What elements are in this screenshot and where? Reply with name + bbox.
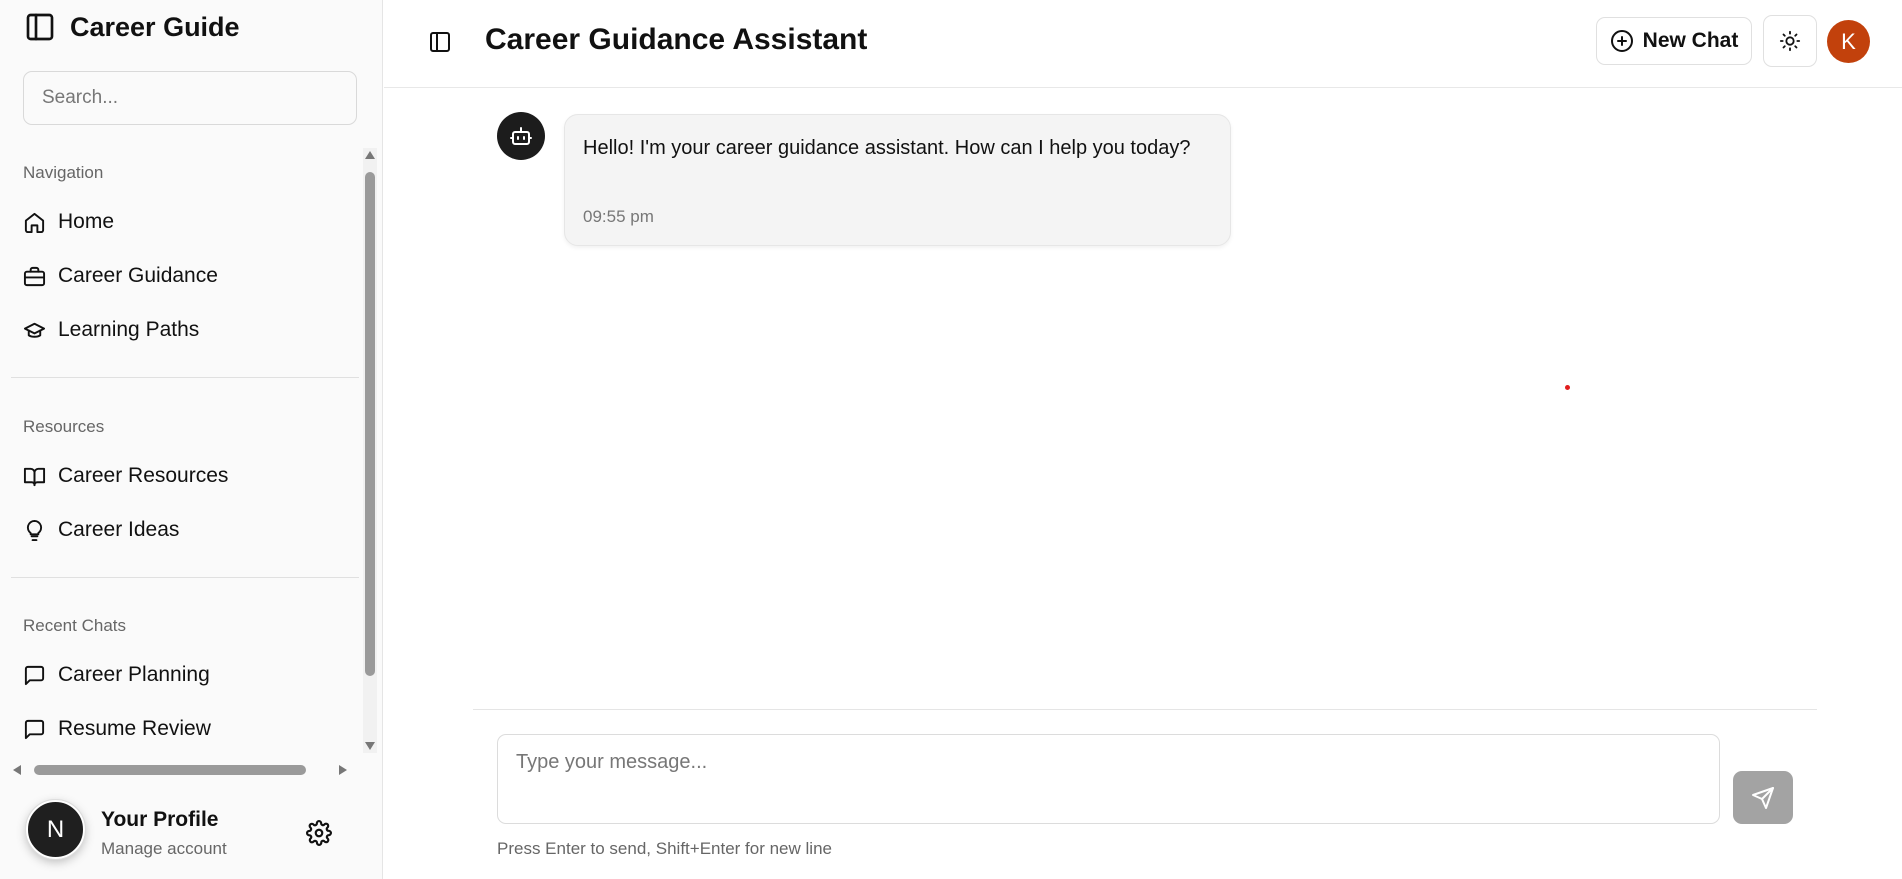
divider <box>11 577 359 578</box>
avatar[interactable]: N <box>25 799 86 860</box>
scrollbar-thumb[interactable] <box>365 172 375 676</box>
sidebar-toggle-icon[interactable] <box>426 28 454 56</box>
sidebar-item-label: Learning Paths <box>58 318 200 341</box>
new-chat-button[interactable]: New Chat <box>1596 17 1752 65</box>
sidebar-item-career-ideas[interactable]: Career Ideas <box>23 513 179 547</box>
sidebar-item-learning-paths[interactable]: Learning Paths <box>23 313 199 347</box>
gear-icon[interactable] <box>306 820 332 846</box>
profile-subtitle: Manage account <box>101 839 227 858</box>
lightbulb-icon <box>23 519 46 542</box>
briefcase-icon <box>23 265 46 288</box>
sidebar-item-career-guidance[interactable]: Career Guidance <box>23 259 218 293</box>
sidebar-item-home[interactable]: Home <box>23 205 114 239</box>
sidebar-vertical-scrollbar[interactable] <box>363 148 377 753</box>
sidebar-item-label: Home <box>58 210 115 233</box>
header: Career Guidance Assistant New Chat K <box>384 0 1902 88</box>
search-input[interactable] <box>23 71 357 125</box>
profile-name: Your Profile <box>101 808 219 831</box>
send-button[interactable] <box>1733 771 1793 824</box>
section-label-resources: Resources <box>23 417 105 436</box>
sidebar-item-career-resources[interactable]: Career Resources <box>23 459 228 493</box>
sidebar-item-label: Career Resources <box>58 464 229 487</box>
scroll-right-arrow-icon[interactable] <box>336 762 350 778</box>
scrollbar-thumb[interactable] <box>34 765 306 775</box>
scroll-up-arrow-icon[interactable] <box>363 148 377 162</box>
message-text: Hello! I'm your career guidance assistan… <box>583 137 1191 159</box>
send-icon <box>1751 786 1775 810</box>
sidebar-item-label: Resume Review <box>58 717 211 740</box>
brand-title: Career Guide <box>70 11 240 42</box>
message-timestamp: 09:55 pm <box>583 207 654 226</box>
sidebar-item-label: Career Guidance <box>58 264 218 287</box>
section-label-recent-chats: Recent Chats <box>23 616 126 635</box>
message-square-icon <box>23 664 46 687</box>
composer-hint: Press Enter to send, Shift+Enter for new… <box>497 839 832 858</box>
brand: Career Guide <box>24 10 240 44</box>
scroll-left-arrow-icon[interactable] <box>10 762 24 778</box>
sidebar-nav: Navigation Home Career Guidance Learning… <box>0 148 360 753</box>
new-chat-label: New Chat <box>1642 29 1739 52</box>
sidebar-item-label: Career Planning <box>58 663 210 686</box>
message-input[interactable] <box>497 734 1720 824</box>
divider <box>473 709 1817 710</box>
cursor-dot <box>1565 385 1570 390</box>
graduation-cap-icon <box>23 319 46 342</box>
book-open-icon <box>23 465 46 488</box>
sun-icon <box>1779 30 1801 52</box>
page-title: Career Guidance Assistant <box>485 23 868 56</box>
section-label-navigation: Navigation <box>23 163 104 182</box>
theme-toggle-button[interactable] <box>1763 15 1817 67</box>
profile-footer[interactable]: N Your Profile Manage account <box>0 790 383 879</box>
bot-icon <box>509 124 533 148</box>
user-avatar[interactable]: K <box>1827 20 1870 63</box>
sidebar-item-label: Career Ideas <box>58 518 180 541</box>
panel-icon[interactable] <box>24 11 56 43</box>
divider <box>11 377 359 378</box>
message-square-icon <box>23 718 46 741</box>
bot-avatar <box>497 112 545 160</box>
sidebar-item-resume-review[interactable]: Resume Review <box>23 712 211 746</box>
assistant-message-bubble: Hello! I'm your career guidance assistan… <box>564 114 1231 246</box>
scroll-down-arrow-icon[interactable] <box>363 739 377 753</box>
sidebar: Career Guide Navigation Home Career Guid… <box>0 0 383 879</box>
home-icon <box>23 211 46 234</box>
sidebar-item-career-planning[interactable]: Career Planning <box>23 658 210 692</box>
sidebar-horizontal-scrollbar[interactable] <box>10 762 350 778</box>
plus-circle-icon <box>1610 29 1634 53</box>
